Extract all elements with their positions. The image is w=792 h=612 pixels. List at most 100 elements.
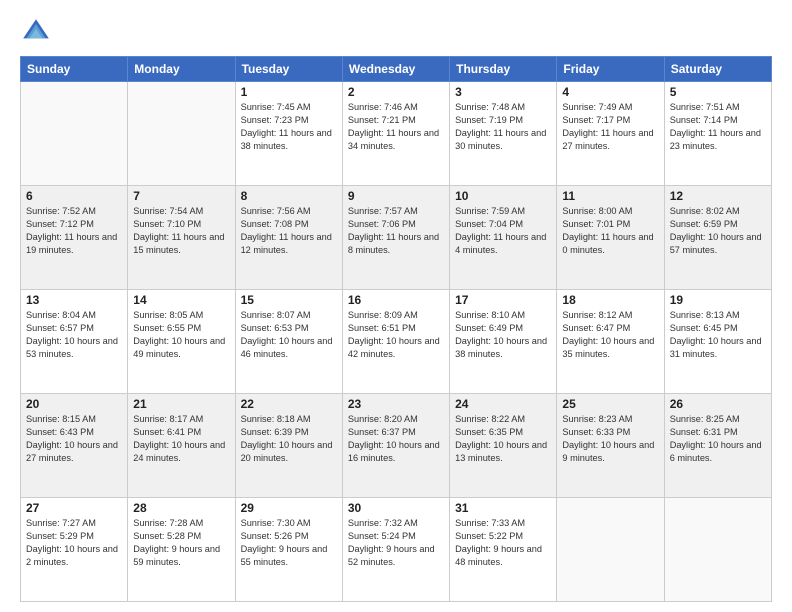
- weekday-sunday: Sunday: [21, 57, 128, 82]
- calendar-cell: 28 Sunrise: 7:28 AMSunset: 5:28 PMDayligh…: [128, 498, 235, 602]
- day-number: 27: [26, 501, 122, 515]
- day-detail: Sunrise: 7:33 AMSunset: 5:22 PMDaylight:…: [455, 517, 551, 569]
- day-number: 8: [241, 189, 337, 203]
- day-detail: Sunrise: 7:28 AMSunset: 5:28 PMDaylight:…: [133, 517, 229, 569]
- calendar-cell: 22 Sunrise: 8:18 AMSunset: 6:39 PMDayligh…: [235, 394, 342, 498]
- day-number: 11: [562, 189, 658, 203]
- day-number: 30: [348, 501, 444, 515]
- calendar-cell: 19 Sunrise: 8:13 AMSunset: 6:45 PMDayligh…: [664, 290, 771, 394]
- calendar-cell: 31Sunrise: 7:33 AMSunset: 5:22 PMDayligh…: [450, 498, 557, 602]
- week-row-1: 1Sunrise: 7:45 AMSunset: 7:23 PMDaylight…: [21, 82, 772, 186]
- day-number: 2: [348, 85, 444, 99]
- calendar-cell: [128, 82, 235, 186]
- day-detail: Sunrise: 8:17 AMSunset: 6:41 PMDaylight:…: [133, 413, 229, 465]
- calendar-cell: 13 Sunrise: 8:04 AMSunset: 6:57 PMDayligh…: [21, 290, 128, 394]
- day-detail: Sunrise: 7:49 AMSunset: 7:17 PMDaylight:…: [562, 101, 658, 153]
- day-detail: Sunrise: 7:56 AMSunset: 7:08 PMDaylight:…: [241, 205, 337, 257]
- calendar-cell: 17 Sunrise: 8:10 AMSunset: 6:49 PMDayligh…: [450, 290, 557, 394]
- day-number: 20: [26, 397, 122, 411]
- day-detail: Sunrise: 8:05 AMSunset: 6:55 PMDaylight:…: [133, 309, 229, 361]
- calendar-cell: [21, 82, 128, 186]
- day-number: 16: [348, 293, 444, 307]
- calendar-cell: 2 Sunrise: 7:46 AMSunset: 7:21 PMDaylight…: [342, 82, 449, 186]
- day-detail: Sunrise: 8:09 AMSunset: 6:51 PMDaylight:…: [348, 309, 444, 361]
- day-detail: Sunrise: 7:46 AMSunset: 7:21 PMDaylight:…: [348, 101, 444, 153]
- calendar-cell: 10 Sunrise: 7:59 AMSunset: 7:04 PMDayligh…: [450, 186, 557, 290]
- day-detail: Sunrise: 7:59 AMSunset: 7:04 PMDaylight:…: [455, 205, 551, 257]
- day-number: 10: [455, 189, 551, 203]
- day-number: 15: [241, 293, 337, 307]
- day-detail: Sunrise: 7:48 AMSunset: 7:19 PMDaylight:…: [455, 101, 551, 153]
- day-number: 25: [562, 397, 658, 411]
- day-number: 22: [241, 397, 337, 411]
- day-detail: Sunrise: 8:18 AMSunset: 6:39 PMDaylight:…: [241, 413, 337, 465]
- day-detail: Sunrise: 8:25 AMSunset: 6:31 PMDaylight:…: [670, 413, 766, 465]
- calendar-cell: 11 Sunrise: 8:00 AMSunset: 7:01 PMDayligh…: [557, 186, 664, 290]
- day-detail: Sunrise: 7:52 AMSunset: 7:12 PMDaylight:…: [26, 205, 122, 257]
- calendar-cell: 5 Sunrise: 7:51 AMSunset: 7:14 PMDaylight…: [664, 82, 771, 186]
- day-number: 23: [348, 397, 444, 411]
- week-row-3: 13 Sunrise: 8:04 AMSunset: 6:57 PMDayligh…: [21, 290, 772, 394]
- calendar-cell: 29 Sunrise: 7:30 AMSunset: 5:26 PMDayligh…: [235, 498, 342, 602]
- day-detail: Sunrise: 7:30 AMSunset: 5:26 PMDaylight:…: [241, 517, 337, 569]
- day-number: 17: [455, 293, 551, 307]
- day-number: 12: [670, 189, 766, 203]
- weekday-wednesday: Wednesday: [342, 57, 449, 82]
- day-number: 1: [241, 85, 337, 99]
- weekday-tuesday: Tuesday: [235, 57, 342, 82]
- calendar-cell: 9 Sunrise: 7:57 AMSunset: 7:06 PMDaylight…: [342, 186, 449, 290]
- day-detail: Sunrise: 8:20 AMSunset: 6:37 PMDaylight:…: [348, 413, 444, 465]
- calendar-cell: 7 Sunrise: 7:54 AMSunset: 7:10 PMDaylight…: [128, 186, 235, 290]
- day-detail: Sunrise: 8:13 AMSunset: 6:45 PMDaylight:…: [670, 309, 766, 361]
- calendar-cell: 25 Sunrise: 8:23 AMSunset: 6:33 PMDayligh…: [557, 394, 664, 498]
- calendar-cell: 16 Sunrise: 8:09 AMSunset: 6:51 PMDayligh…: [342, 290, 449, 394]
- calendar-cell: 14 Sunrise: 8:05 AMSunset: 6:55 PMDayligh…: [128, 290, 235, 394]
- weekday-header-row: SundayMondayTuesdayWednesdayThursdayFrid…: [21, 57, 772, 82]
- day-number: 9: [348, 189, 444, 203]
- day-number: 7: [133, 189, 229, 203]
- calendar-cell: 6Sunrise: 7:52 AMSunset: 7:12 PMDaylight…: [21, 186, 128, 290]
- day-detail: Sunrise: 8:23 AMSunset: 6:33 PMDaylight:…: [562, 413, 658, 465]
- day-number: 29: [241, 501, 337, 515]
- day-number: 5: [670, 85, 766, 99]
- calendar-cell: 1Sunrise: 7:45 AMSunset: 7:23 PMDaylight…: [235, 82, 342, 186]
- calendar-cell: 23 Sunrise: 8:20 AMSunset: 6:37 PMDayligh…: [342, 394, 449, 498]
- day-detail: Sunrise: 7:32 AMSunset: 5:24 PMDaylight:…: [348, 517, 444, 569]
- calendar-cell: [557, 498, 664, 602]
- logo-icon: [20, 16, 52, 48]
- page: SundayMondayTuesdayWednesdayThursdayFrid…: [0, 0, 792, 612]
- day-detail: Sunrise: 8:15 AMSunset: 6:43 PMDaylight:…: [26, 413, 122, 465]
- day-detail: Sunrise: 7:51 AMSunset: 7:14 PMDaylight:…: [670, 101, 766, 153]
- day-number: 19: [670, 293, 766, 307]
- weekday-monday: Monday: [128, 57, 235, 82]
- calendar-table: SundayMondayTuesdayWednesdayThursdayFrid…: [20, 56, 772, 602]
- day-number: 13: [26, 293, 122, 307]
- day-detail: Sunrise: 8:07 AMSunset: 6:53 PMDaylight:…: [241, 309, 337, 361]
- day-detail: Sunrise: 8:00 AMSunset: 7:01 PMDaylight:…: [562, 205, 658, 257]
- weekday-friday: Friday: [557, 57, 664, 82]
- day-number: 14: [133, 293, 229, 307]
- calendar-cell: 27Sunrise: 7:27 AMSunset: 5:29 PMDayligh…: [21, 498, 128, 602]
- calendar-cell: 4Sunrise: 7:49 AMSunset: 7:17 PMDaylight…: [557, 82, 664, 186]
- day-number: 21: [133, 397, 229, 411]
- day-number: 24: [455, 397, 551, 411]
- week-row-5: 27Sunrise: 7:27 AMSunset: 5:29 PMDayligh…: [21, 498, 772, 602]
- calendar-cell: 24 Sunrise: 8:22 AMSunset: 6:35 PMDayligh…: [450, 394, 557, 498]
- calendar-cell: 8 Sunrise: 7:56 AMSunset: 7:08 PMDaylight…: [235, 186, 342, 290]
- day-detail: Sunrise: 7:57 AMSunset: 7:06 PMDaylight:…: [348, 205, 444, 257]
- day-detail: Sunrise: 7:54 AMSunset: 7:10 PMDaylight:…: [133, 205, 229, 257]
- calendar-cell: 18 Sunrise: 8:12 AMSunset: 6:47 PMDayligh…: [557, 290, 664, 394]
- logo: [20, 16, 56, 48]
- day-number: 18: [562, 293, 658, 307]
- weekday-thursday: Thursday: [450, 57, 557, 82]
- day-detail: Sunrise: 8:22 AMSunset: 6:35 PMDaylight:…: [455, 413, 551, 465]
- calendar-cell: 20 Sunrise: 8:15 AMSunset: 6:43 PMDayligh…: [21, 394, 128, 498]
- day-number: 3: [455, 85, 551, 99]
- day-detail: Sunrise: 8:04 AMSunset: 6:57 PMDaylight:…: [26, 309, 122, 361]
- calendar-cell: 12Sunrise: 8:02 AMSunset: 6:59 PMDayligh…: [664, 186, 771, 290]
- calendar-cell: 26Sunrise: 8:25 AMSunset: 6:31 PMDayligh…: [664, 394, 771, 498]
- day-number: 28: [133, 501, 229, 515]
- day-detail: Sunrise: 8:12 AMSunset: 6:47 PMDaylight:…: [562, 309, 658, 361]
- weekday-saturday: Saturday: [664, 57, 771, 82]
- day-detail: Sunrise: 8:10 AMSunset: 6:49 PMDaylight:…: [455, 309, 551, 361]
